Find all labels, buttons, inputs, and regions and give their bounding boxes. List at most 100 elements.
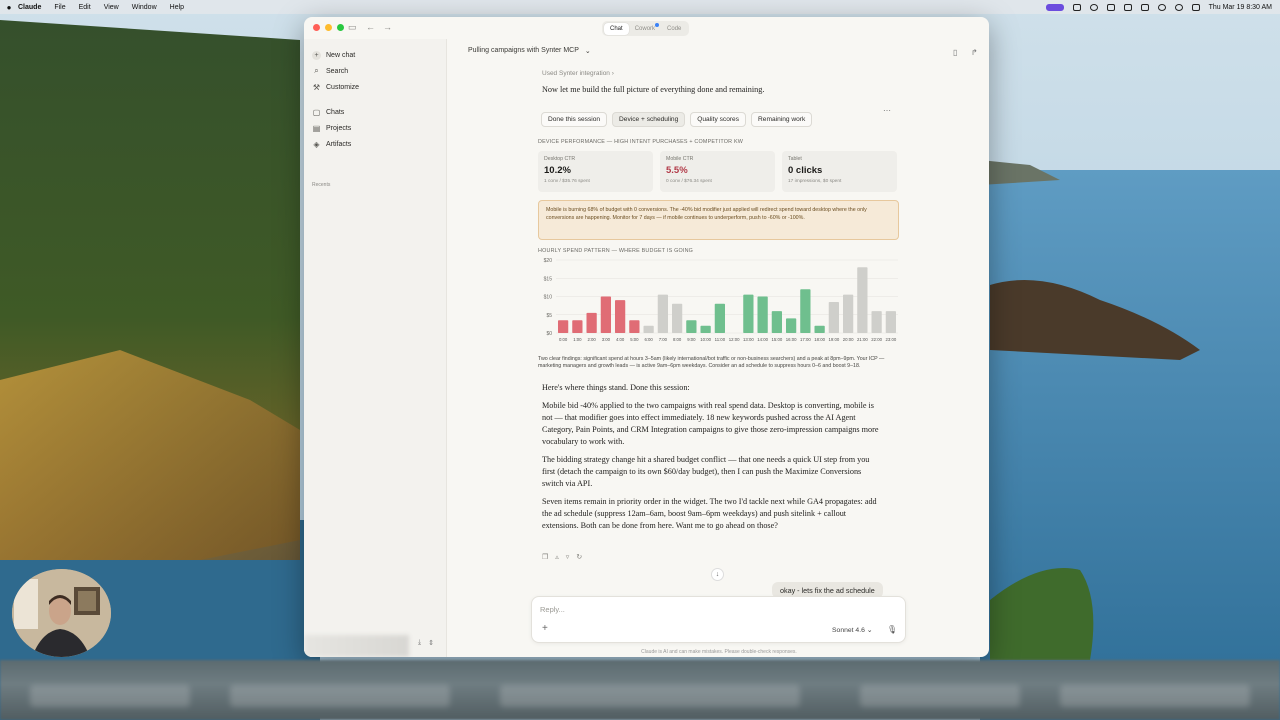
kpi-label: Tablet: [788, 156, 802, 162]
copy-icon[interactable]: ❐: [542, 553, 548, 561]
model-name: Sonnet 4.6: [832, 627, 865, 634]
close-window-button[interactable]: [313, 24, 320, 31]
title-bar: ▭ ← → Chat Cowork Code: [304, 17, 989, 39]
extension-icon[interactable]: [1106, 3, 1115, 11]
x-tick-label: 17:00: [800, 337, 811, 342]
download-icon[interactable]: ⤓: [418, 639, 421, 647]
menu-edit[interactable]: Edit: [79, 4, 91, 11]
x-tick-label: 7:00: [659, 337, 668, 342]
menu-app-name[interactable]: Claude: [18, 4, 41, 11]
x-tick-label: 14:00: [757, 337, 768, 342]
maximize-window-button[interactable]: [337, 24, 344, 31]
menu-bar: ● Claude File Edit View Window Help Thu …: [0, 0, 1280, 14]
widget-tabs: Done this session Device + scheduling Qu…: [541, 112, 813, 127]
tab-device-scheduling[interactable]: Device + scheduling: [612, 112, 686, 127]
expand-icon[interactable]: ⇕: [428, 639, 434, 647]
chart-bar: [714, 303, 726, 333]
menu-file[interactable]: File: [54, 4, 65, 11]
model-selector[interactable]: Sonnet 4.6 ⌄: [832, 626, 872, 634]
dock-blurred: [0, 660, 1280, 720]
chart-bar: [614, 300, 626, 333]
screen-icon[interactable]: [1072, 3, 1081, 11]
forward-arrow-icon[interactable]: →: [383, 22, 392, 32]
x-tick-label: 11:00: [715, 337, 726, 342]
sidebar-chats[interactable]: ▢ Chats: [311, 105, 345, 119]
control-center-icon[interactable]: [1191, 3, 1200, 11]
kpi-card-desktop: Desktop CTR 10.2% 1 conv / $35.76 spent: [538, 151, 653, 192]
chevron-down-icon: ⌄: [866, 627, 873, 634]
assistant-paragraph: The bidding strategy change hit a shared…: [542, 455, 870, 488]
apple-icon[interactable]: ●: [0, 3, 18, 12]
reply-input[interactable]: [540, 605, 790, 614]
menu-view[interactable]: View: [104, 4, 119, 11]
share-icon[interactable]: ↱: [971, 48, 978, 57]
x-tick-label: 5:00: [630, 337, 639, 342]
y-tick-label: $0: [546, 331, 552, 337]
x-tick-label: 19:00: [828, 337, 839, 342]
battery-icon[interactable]: [1140, 3, 1149, 11]
chart-bar: [671, 303, 683, 333]
chart-bar: [842, 294, 854, 333]
chart-bar: [700, 325, 711, 333]
scroll-to-bottom-button[interactable]: ↓: [711, 568, 724, 581]
mode-cowork-tab[interactable]: Cowork: [629, 22, 661, 35]
sidebar-projects[interactable]: ▤ Projects: [311, 121, 352, 135]
y-tick-label: $5: [546, 313, 552, 319]
menu-clock[interactable]: Thu Mar 19 8:30 AM: [1209, 4, 1272, 11]
mode-code-tab[interactable]: Code: [661, 23, 687, 35]
chart-bar: [771, 311, 783, 333]
thumbs-down-icon[interactable]: ▿: [566, 553, 570, 561]
message-actions: ❐ ▵ ▿ ↻: [542, 553, 582, 561]
chart-bar: [629, 320, 640, 333]
kpi-value: 5.5%: [666, 165, 688, 176]
sidebar-customize[interactable]: ⚒ Customize: [311, 80, 359, 94]
assistant-paragraph: Seven items remain in priority order in …: [542, 497, 877, 530]
globe-icon[interactable]: [1089, 3, 1098, 11]
chat-title: Pulling campaigns with Synter MCP: [468, 47, 579, 54]
menu-help[interactable]: Help: [170, 4, 184, 11]
mode-cowork-label: Cowork: [634, 25, 656, 32]
wifi-icon[interactable]: [1157, 3, 1166, 11]
chat-title-button[interactable]: Pulling campaigns with Synter MCP ⌄: [468, 47, 591, 55]
y-tick-label: $10: [544, 295, 553, 301]
menu-window[interactable]: Window: [132, 4, 157, 11]
document-icon[interactable]: ▯: [953, 48, 957, 57]
back-arrow-icon[interactable]: ←: [366, 22, 375, 32]
recording-icon[interactable]: [1045, 3, 1064, 11]
kpi-label: Mobile CTR: [666, 156, 694, 162]
chart-bar: [871, 311, 882, 333]
account-area-blurred[interactable]: [304, 635, 409, 657]
sidebar-artifacts-label: Artifacts: [326, 140, 352, 148]
dock-blur-segment: [500, 685, 800, 707]
spotlight-icon[interactable]: [1174, 3, 1183, 11]
tab-quality-scores[interactable]: Quality scores: [690, 112, 747, 127]
chart-bar: [600, 296, 612, 333]
microphone-icon[interactable]: 🎙: [887, 625, 897, 634]
assistant-paragraph: Here's where things stand. Done this ses…: [542, 383, 690, 392]
tab-done-this-session[interactable]: Done this session: [541, 112, 608, 127]
minimize-window-button[interactable]: [325, 24, 332, 31]
chart-bar: [885, 311, 897, 333]
notification-dot: [655, 22, 660, 27]
sidebar-search[interactable]: ⌕ Search: [311, 64, 348, 78]
claude-window: ▭ ← → Chat Cowork Code + New chat ⌕ Sear…: [304, 17, 989, 657]
sidebar-toggle-icon[interactable]: ▭: [348, 22, 357, 32]
more-options-icon[interactable]: ⋯: [883, 106, 891, 115]
thumbs-up-icon[interactable]: ▵: [555, 553, 559, 561]
mode-chat-tab[interactable]: Chat: [604, 22, 629, 35]
sidebar-new-chat[interactable]: + New chat: [311, 48, 355, 62]
x-tick-label: 9:00: [687, 337, 696, 342]
tab-remaining-work[interactable]: Remaining work: [751, 112, 813, 127]
chart-bar: [572, 320, 583, 333]
chart-bar: [643, 325, 654, 333]
x-tick-label: 1:00: [573, 337, 582, 342]
tool-use-summary[interactable]: Used Synter integration ›: [542, 70, 614, 77]
plus-icon[interactable]: +: [542, 624, 548, 634]
mode-switch: Chat Cowork Code: [602, 21, 690, 36]
dock-blur-segment: [1060, 685, 1250, 707]
sidebar-artifacts[interactable]: ◈ Artifacts: [311, 137, 351, 151]
x-tick-label: 23:00: [885, 337, 896, 342]
retry-icon[interactable]: ↻: [576, 553, 582, 561]
bluetooth-icon[interactable]: [1123, 3, 1132, 11]
folder-icon: ▤: [312, 123, 321, 133]
